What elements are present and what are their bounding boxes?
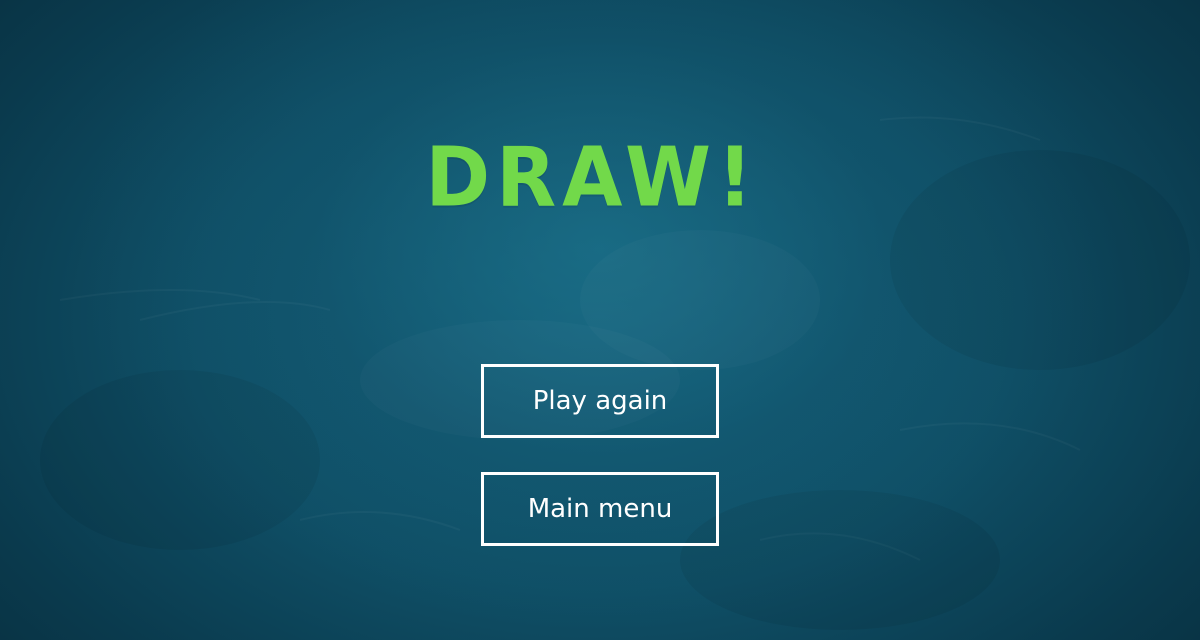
- play-again-button[interactable]: Play again: [481, 364, 719, 438]
- main-menu-button[interactable]: Main menu: [481, 472, 719, 546]
- result-title: DRAW!: [0, 118, 1200, 238]
- game-over-screen: DRAW! Play again Main menu: [0, 0, 1200, 640]
- result-title-text: DRAW!: [425, 130, 759, 226]
